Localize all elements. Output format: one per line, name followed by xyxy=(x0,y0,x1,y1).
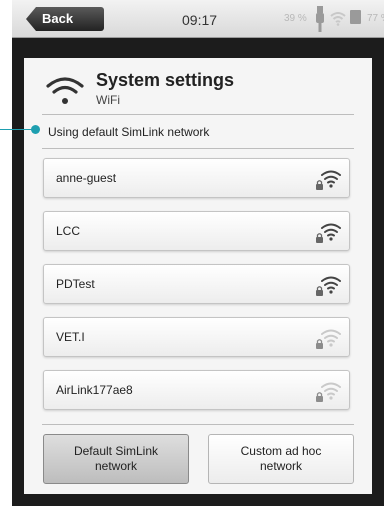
network-item[interactable]: VET.I xyxy=(43,317,350,357)
divider xyxy=(42,424,354,425)
clock: 09:17 xyxy=(182,12,218,28)
connection-status: Using default SimLink network xyxy=(48,125,210,139)
network-name: PDTest xyxy=(56,277,95,291)
callout-dot xyxy=(31,125,40,134)
back-button[interactable]: Back xyxy=(26,7,104,31)
usb-icon xyxy=(316,6,324,32)
wifi-settings-panel: System settings WiFi Using default SimLi… xyxy=(24,58,372,494)
status-extra-text: 77 % xyxy=(367,13,384,24)
default-network-button[interactable]: Default SimLink network xyxy=(43,434,189,484)
battery-percent: 39 % xyxy=(284,13,307,24)
locked-wifi-signal-icon xyxy=(316,382,341,402)
network-item[interactable]: AirLink177ae8 xyxy=(43,370,350,410)
divider xyxy=(42,114,354,115)
sd-card-icon xyxy=(350,10,361,24)
locked-wifi-signal-icon xyxy=(316,223,341,243)
device-frame: Back 09:17 39 % 77 % System settings WiF… xyxy=(12,0,384,506)
custom-network-button[interactable]: Custom ad hoc network xyxy=(208,434,354,484)
locked-wifi-signal-icon xyxy=(316,329,341,349)
network-name: anne-guest xyxy=(56,171,117,185)
locked-wifi-signal-icon xyxy=(316,170,341,190)
locked-wifi-signal-icon xyxy=(316,276,341,296)
network-item[interactable]: PDTest xyxy=(43,264,350,304)
wifi-icon xyxy=(46,77,84,104)
status-bar: Back 09:17 39 % 77 % xyxy=(12,0,384,38)
callout-line xyxy=(0,129,34,130)
network-name: AirLink177ae8 xyxy=(56,383,133,397)
network-item[interactable]: anne-guest xyxy=(43,158,350,198)
network-name: VET.I xyxy=(56,330,85,344)
network-name: LCC xyxy=(56,224,81,238)
divider xyxy=(42,148,354,149)
network-item[interactable]: LCC xyxy=(43,211,350,251)
page-subtitle: WiFi xyxy=(96,93,120,107)
wifi-status-icon xyxy=(330,12,346,26)
page-title: System settings xyxy=(96,70,235,90)
